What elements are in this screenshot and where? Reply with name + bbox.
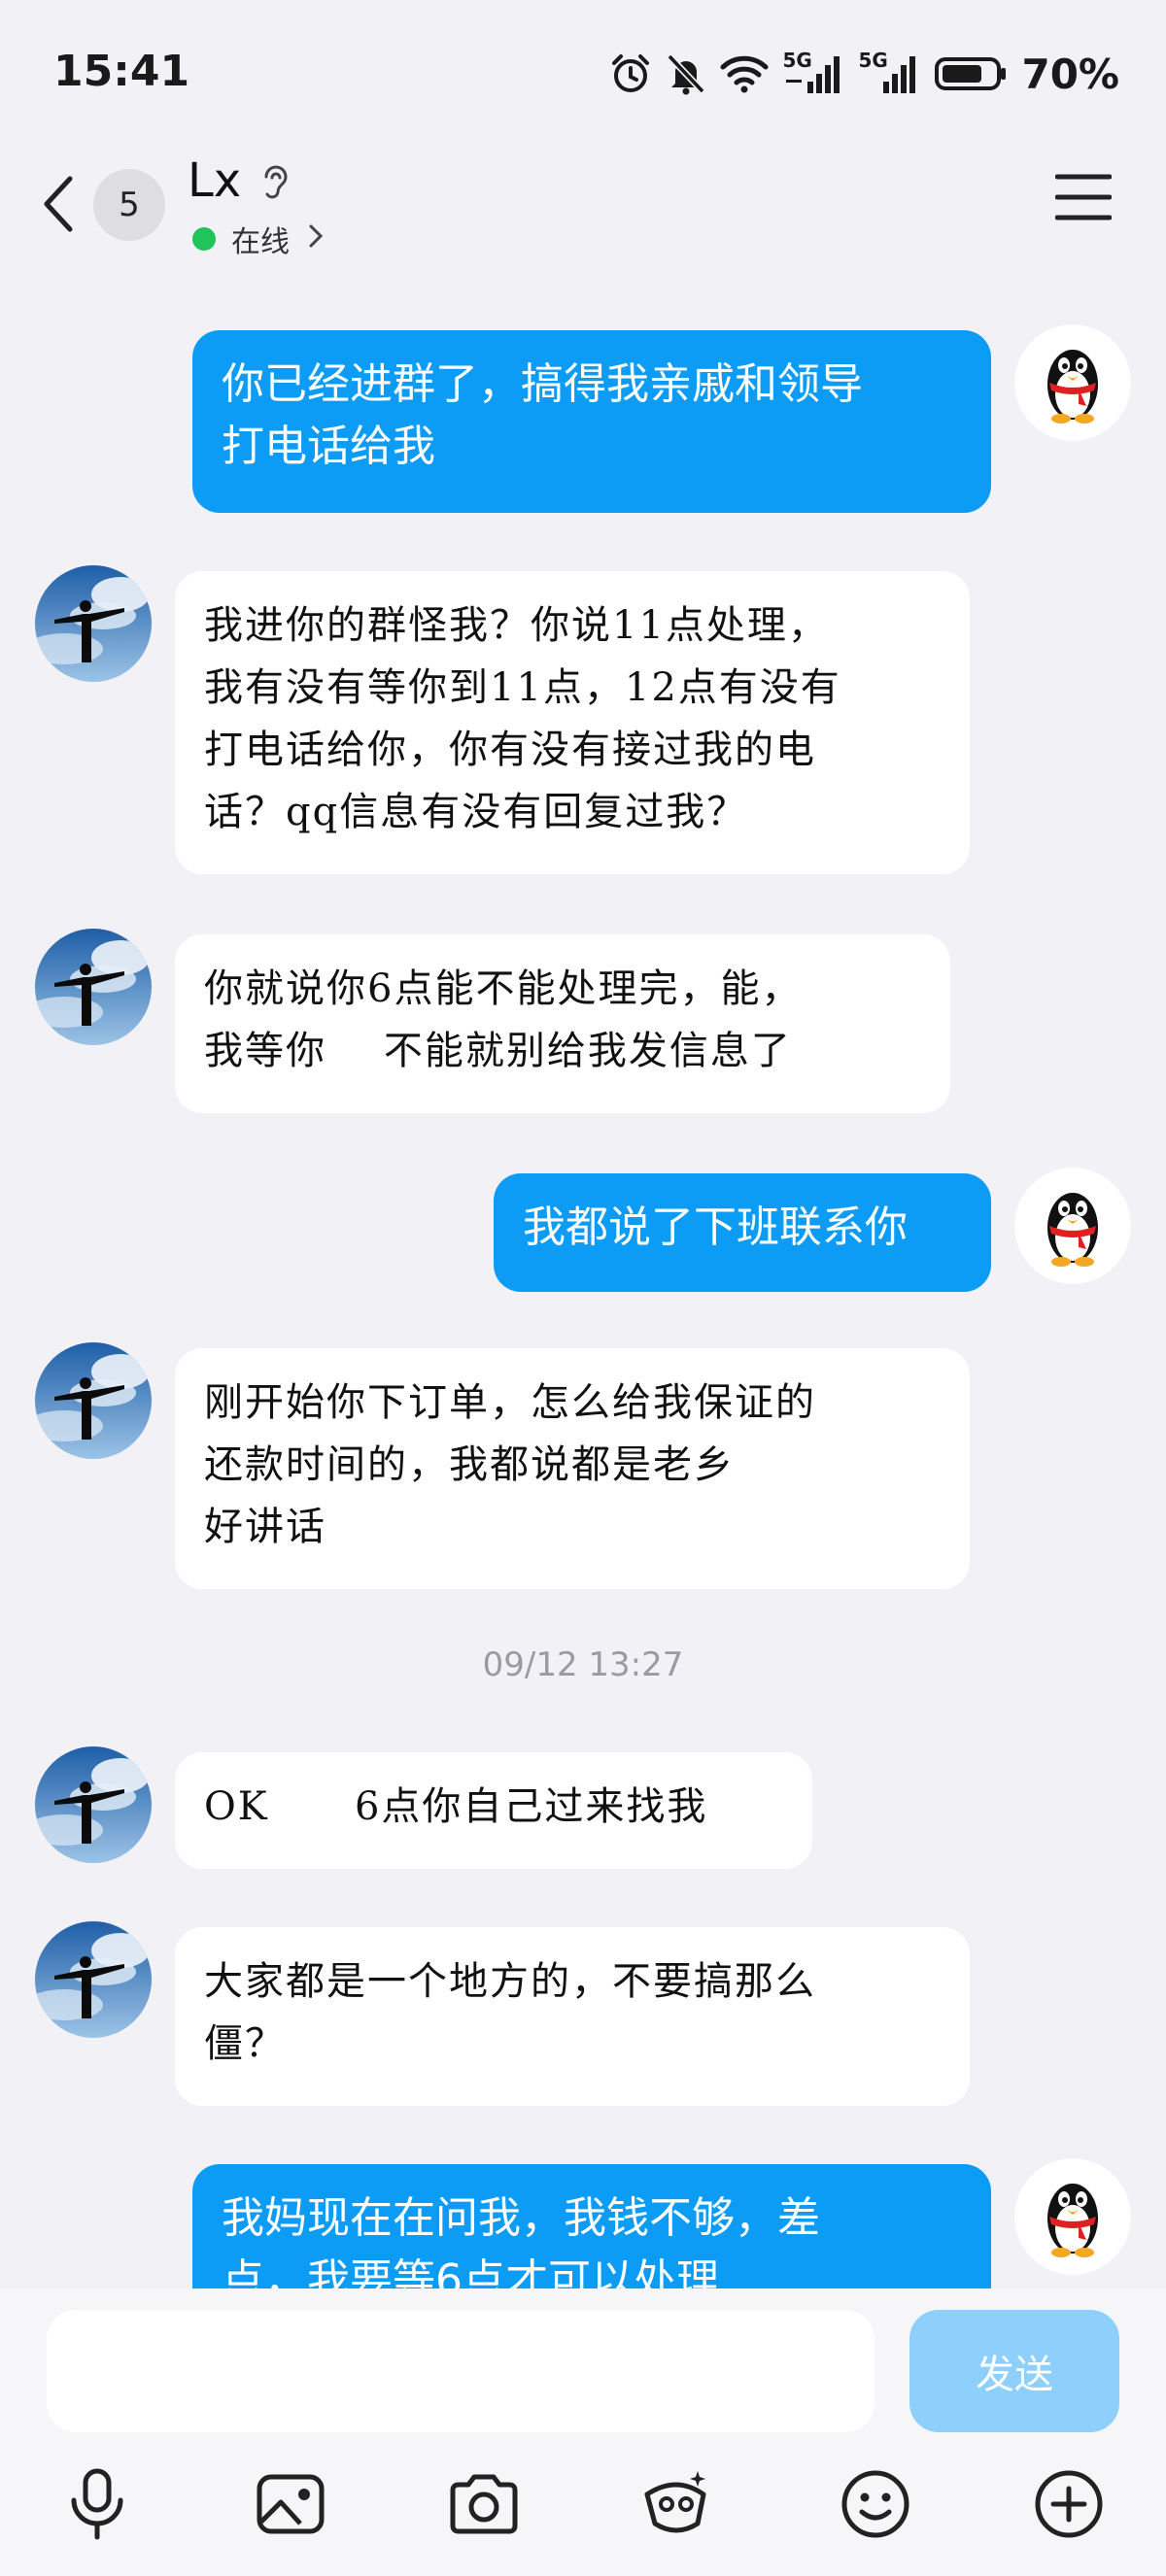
my-avatar[interactable] <box>1014 324 1131 441</box>
contact-avatar[interactable] <box>35 1746 152 1863</box>
qq-penguin-icon <box>1014 1168 1131 1284</box>
menu-icon[interactable] <box>1055 173 1112 221</box>
message-list[interactable]: 你已经进群了，搞得我亲戚和领导 打电话给我 我进你的群怪我？你说11点处理， 我… <box>0 282 1166 2288</box>
chevron-left-icon <box>44 176 73 232</box>
signal-icon: 5G <box>858 49 920 95</box>
message-line: 我进你的群怪我？你说11点处理， <box>204 603 829 648</box>
message-line: 话？qq信息有没有回复过我？ <box>204 790 748 834</box>
incoming-message[interactable]: OK 6点你自己过来找我 <box>175 1752 812 1869</box>
outgoing-message[interactable]: 我都说了下班联系你 <box>494 1173 991 1292</box>
message-line: 我妈现在在问我，我钱不够，差 <box>222 2193 820 2243</box>
message-line: 点，我要等6点才可以处理 <box>222 2255 719 2288</box>
outgoing-message[interactable]: 我妈现在在问我，我钱不够，差 点，我要等6点才可以处理 <box>192 2164 991 2288</box>
microphone-icon[interactable] <box>58 2465 136 2543</box>
message-line: 僵？ <box>204 2021 286 2066</box>
message-line: 还款时间的，我都说都是老乡 <box>204 1442 735 1487</box>
contact-avatar[interactable] <box>35 565 152 682</box>
camera-icon[interactable] <box>445 2465 523 2543</box>
message-line: 打电话给我 <box>222 422 435 471</box>
message-line: 打电话给你，你有没有接过我的电 <box>204 728 816 772</box>
contact-avatar[interactable] <box>35 929 152 1045</box>
emoji-icon[interactable] <box>837 2465 914 2543</box>
my-avatar[interactable] <box>1014 2158 1131 2275</box>
contact-name[interactable]: Lx <box>188 153 241 208</box>
contact-photo <box>35 565 152 682</box>
status-time: 15:41 <box>53 47 190 96</box>
chevron-right-icon <box>309 224 324 248</box>
battery-icon <box>935 57 1007 90</box>
send-button[interactable]: 发送 <box>909 2310 1119 2432</box>
composer-bar: 发送 <box>0 2288 1166 2576</box>
my-avatar[interactable] <box>1014 1168 1131 1284</box>
contact-photo <box>35 929 152 1045</box>
chat-header: 5 Lx 在线 <box>0 146 1166 282</box>
alarm-icon <box>612 54 650 92</box>
incoming-message[interactable]: 刚开始你下订单，怎么给我保证的 还款时间的，我都说都是老乡 好讲话 <box>175 1348 970 1589</box>
red-packet-icon[interactable] <box>637 2465 715 2543</box>
message-line: 好讲话 <box>204 1505 326 1549</box>
message-line: 我都说了下班联系你 <box>523 1203 908 1252</box>
contact-photo <box>35 1921 152 2038</box>
message-line: 我有没有等你到11点，12点有没有 <box>204 665 841 710</box>
message-line: OK 6点你自己过来找我 <box>204 1784 708 1829</box>
incoming-message[interactable]: 我进你的群怪我？你说11点处理， 我有没有等你到11点，12点有没有 打电话给你… <box>175 571 970 874</box>
wifi-icon <box>720 55 769 93</box>
contact-photo <box>35 1746 152 1863</box>
ear-icon[interactable] <box>258 161 292 204</box>
contact-photo <box>35 1342 152 1459</box>
signal-icon: 5G <box>782 49 844 95</box>
mute-bell-icon <box>667 53 706 95</box>
contact-avatar[interactable] <box>35 1921 152 2038</box>
status-icons: 5G 5G 70% <box>609 47 1119 101</box>
image-icon[interactable] <box>252 2465 329 2543</box>
online-status-dot <box>192 227 216 251</box>
message-line: 刚开始你下订单，怎么给我保证的 <box>204 1380 816 1425</box>
message-line: 我等你 不能就别给我发信息了 <box>204 1029 792 1073</box>
incoming-message[interactable]: 你就说你6点能不能处理完，能， 我等你 不能就别给我发信息了 <box>175 934 950 1113</box>
plus-icon[interactable] <box>1030 2465 1108 2543</box>
status-bar: 15:41 5G 5G 70% <box>0 0 1166 146</box>
message-line: 你就说你6点能不能处理完，能， <box>204 966 803 1011</box>
outgoing-message[interactable]: 你已经进群了，搞得我亲戚和领导 打电话给我 <box>192 330 991 513</box>
qq-penguin-icon <box>1014 324 1131 441</box>
message-timestamp: 09/12 13:27 <box>482 1645 684 1684</box>
incoming-message[interactable]: 大家都是一个地方的，不要搞那么 僵？ <box>175 1927 970 2106</box>
online-status-label[interactable]: 在线 <box>231 218 290 260</box>
message-line: 大家都是一个地方的，不要搞那么 <box>204 1959 816 2004</box>
battery-level: 70% <box>1021 50 1119 98</box>
message-input[interactable] <box>47 2310 874 2432</box>
message-line: 你已经进群了，搞得我亲戚和领导 <box>222 359 863 409</box>
unread-count-badge[interactable]: 5 <box>93 169 165 241</box>
qq-penguin-icon <box>1014 2158 1131 2275</box>
contact-avatar[interactable] <box>35 1342 152 1459</box>
back-button[interactable] <box>39 165 87 243</box>
